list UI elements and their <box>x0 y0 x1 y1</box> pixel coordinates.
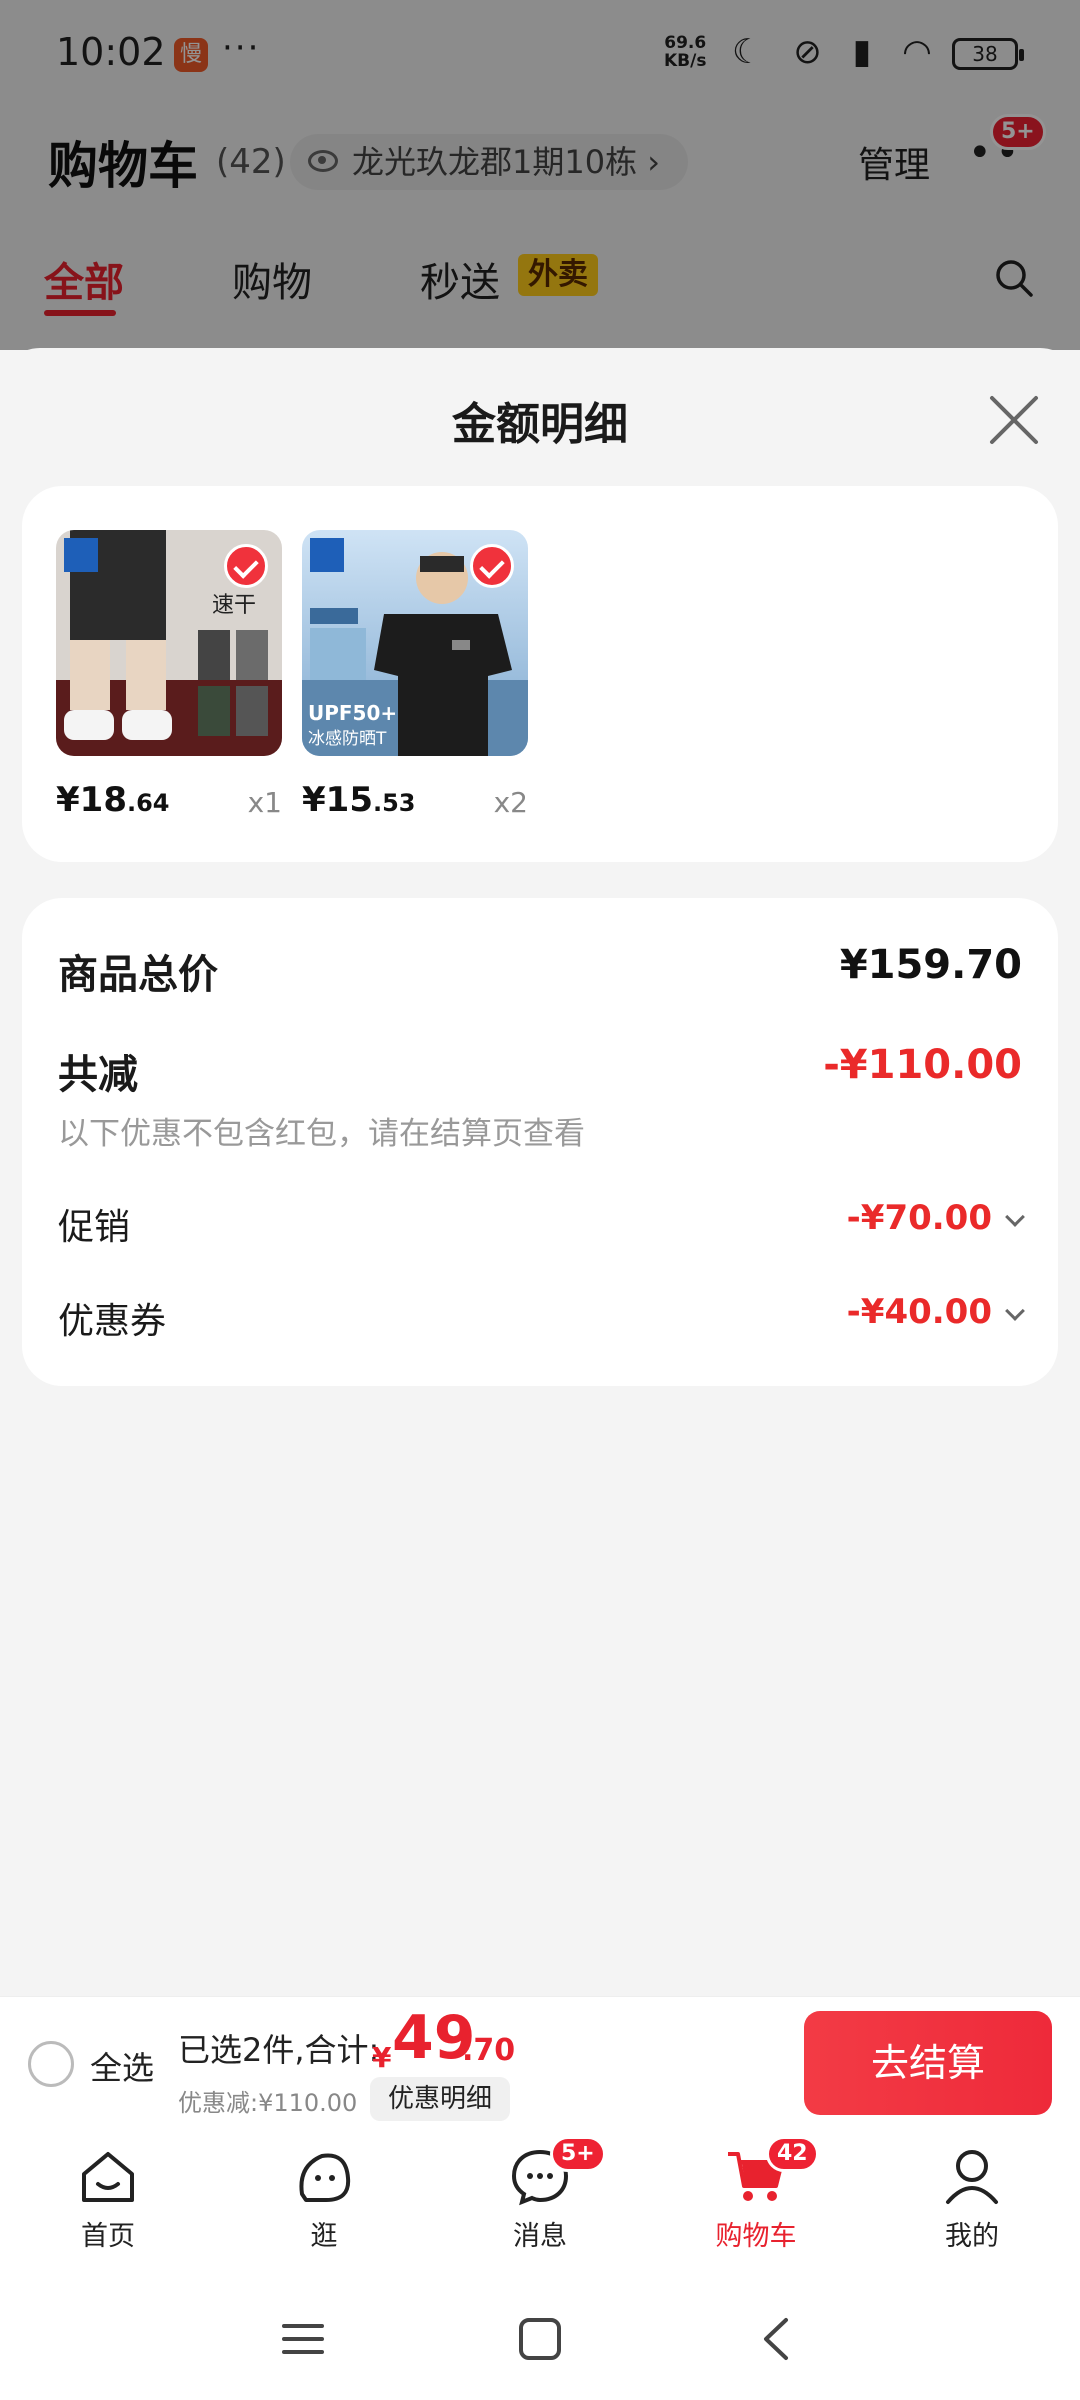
select-all-label[interactable]: 全选 <box>90 2043 154 2089</box>
nav-browse[interactable]: 逛 <box>244 2144 404 2253</box>
coupon-value: -¥40.00 <box>846 1292 992 1332</box>
product-price: ¥15.53 <box>302 780 416 820</box>
nav-home[interactable]: 首页 <box>28 2144 188 2253</box>
total-price-row: 商品总价 ¥159.70 <box>58 942 1022 998</box>
nav-home-label: 首页 <box>81 2221 135 2252</box>
system-nav-bar <box>0 2270 1080 2400</box>
checkout-button[interactable]: 去结算 <box>804 2011 1052 2115</box>
coupon-label: 优惠券 <box>58 1301 167 1342</box>
close-icon[interactable] <box>984 390 1044 450</box>
nav-cart-label: 购物车 <box>715 2221 797 2252</box>
discount-detail-button[interactable]: 优惠明细 <box>370 2077 511 2121</box>
price-decimal: .64 <box>126 789 170 817</box>
bottom-nav: 首页 逛 消息 5+ 购物车 42 我的 <box>0 2130 1080 2270</box>
messages-badge: 5+ <box>550 2136 606 2172</box>
product-image-tshirt: UPF50+ 冰感防晒T <box>302 530 528 756</box>
promo-value: -¥70.00 <box>846 1198 992 1238</box>
total-currency: ¥ <box>372 2041 392 2074</box>
total-reduction-label: 共减 <box>58 1052 138 1098</box>
nav-profile[interactable]: 我的 <box>892 2144 1052 2253</box>
back-icon[interactable] <box>752 2314 802 2364</box>
nav-cart[interactable]: 购物车 42 <box>676 2136 836 2253</box>
reduction-note-row: 以下优惠不包含红包，请在结算页查看 <box>58 1108 1022 1152</box>
svg-text:UPF50+: UPF50+ <box>308 701 397 725</box>
cart-badge: 42 <box>766 2136 819 2172</box>
sheet-title: 金额明细 <box>452 399 628 450</box>
total-reduction-value: -¥110.00 <box>823 1042 1022 1088</box>
select-all-checkbox[interactable] <box>28 2041 74 2087</box>
price-integer: ¥18 <box>56 780 127 820</box>
amount-detail-sheet: 金额明细 速干 ¥18.64 x1 UPF50+ 冰感防晒T ¥15.53 x2… <box>0 348 1080 1998</box>
total-reduction-row: 共减 -¥110.00 <box>58 1042 1022 1098</box>
product-price: ¥18.64 <box>56 780 170 820</box>
total-price-value: ¥159.70 <box>839 942 1022 988</box>
discount-summary: 优惠减:¥110.00 <box>178 2089 358 2117</box>
profile-icon <box>946 2150 998 2204</box>
product-quantity: x2 <box>493 786 528 819</box>
nav-messages[interactable]: 消息 5+ <box>460 2136 620 2253</box>
nav-messages-label: 消息 <box>513 2221 567 2252</box>
total-price-label: 商品总价 <box>58 952 218 998</box>
coupon-row[interactable]: 优惠券 -¥40.00 <box>58 1292 1025 1342</box>
product-image-shorts: 速干 <box>56 530 282 756</box>
selected-summary: 已选2件,合计: <box>178 2031 380 2069</box>
svg-text:速干: 速干 <box>212 593 256 618</box>
product-item[interactable]: 速干 ¥18.64 x1 <box>56 530 282 820</box>
dim-overlay[interactable] <box>0 0 1080 350</box>
home-icon <box>82 2152 134 2202</box>
selected-check-icon <box>224 544 268 588</box>
reduction-note: 以下优惠不包含红包，请在结算页查看 <box>58 1116 585 1152</box>
menu-icon[interactable] <box>278 2314 328 2364</box>
nav-profile-label: 我的 <box>945 2221 999 2252</box>
total-amount-decimal: .70 <box>462 2033 516 2068</box>
nav-browse-label: 逛 <box>310 2221 338 2252</box>
price-decimal: .53 <box>372 789 416 817</box>
products-card: 速干 ¥18.64 x1 UPF50+ 冰感防晒T ¥15.53 x2 <box>22 486 1058 862</box>
promo-label: 促销 <box>58 1207 131 1248</box>
checkout-bar: 全选 已选2件,合计: ¥ 49 .70 优惠减:¥110.00 优惠明细 去结… <box>0 1996 1080 2130</box>
product-quantity: x1 <box>247 786 282 819</box>
promo-row[interactable]: 促销 -¥70.00 <box>58 1198 1025 1248</box>
price-integer: ¥15 <box>302 780 373 820</box>
svg-text:冰感防晒T: 冰感防晒T <box>308 729 387 749</box>
home-square-icon[interactable] <box>515 2314 565 2364</box>
price-summary-card: 商品总价 ¥159.70 共减 -¥110.00 以下优惠不包含红包，请在结算页… <box>22 898 1058 1386</box>
product-item[interactable]: UPF50+ 冰感防晒T ¥15.53 x2 <box>302 530 528 820</box>
browse-icon <box>299 2153 351 2202</box>
selected-check-icon <box>470 544 514 588</box>
